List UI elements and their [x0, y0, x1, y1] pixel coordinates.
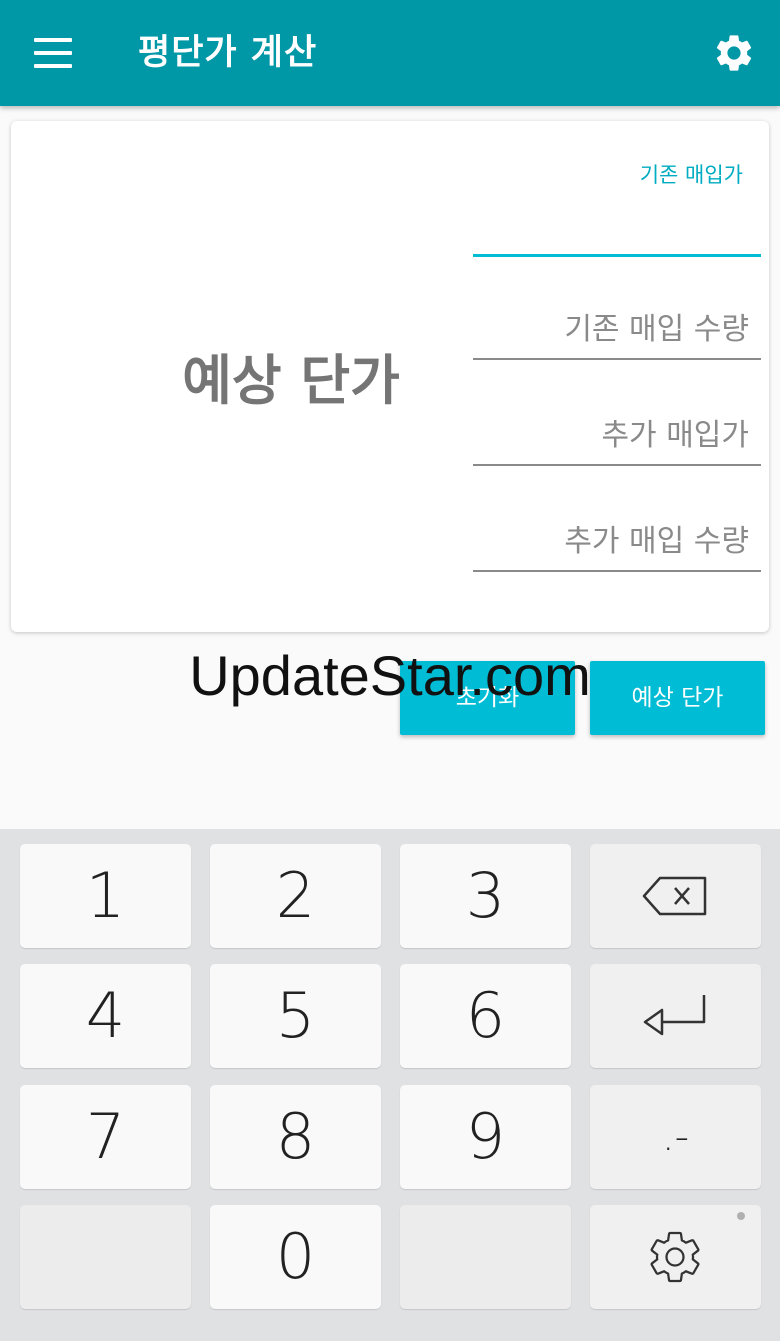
empty-key: [400, 1205, 571, 1309]
calculate-button[interactable]: 예상 단가: [590, 661, 765, 735]
existing-qty-input[interactable]: [473, 304, 761, 354]
key-8[interactable]: 8: [210, 1085, 381, 1189]
key-0[interactable]: 0: [210, 1205, 381, 1309]
gear-icon: [650, 1231, 700, 1283]
existing-price-input[interactable]: [473, 203, 761, 253]
added-price-field[interactable]: [473, 402, 761, 472]
reset-button[interactable]: 초기화: [400, 661, 575, 735]
field-underline: [473, 358, 761, 360]
gear-icon[interactable]: [712, 31, 756, 75]
input-card: 예상 단가 기존 매입가: [11, 121, 769, 632]
existing-price-field[interactable]: 기존 매입가: [473, 121, 761, 261]
key-5[interactable]: 5: [210, 964, 381, 1068]
app-bar: 평단가 계산: [0, 0, 780, 106]
hamburger-menu-icon[interactable]: [34, 38, 72, 68]
app-title: 평단가 계산: [138, 33, 318, 73]
punctuation-key[interactable]: .-: [590, 1085, 761, 1189]
backspace-key[interactable]: [590, 844, 761, 948]
key-4[interactable]: 4: [20, 964, 191, 1068]
enter-icon: [643, 995, 706, 1036]
keyboard-settings-key[interactable]: [590, 1205, 761, 1309]
key-9[interactable]: 9: [400, 1085, 571, 1189]
existing-qty-field[interactable]: [473, 296, 761, 366]
key-2[interactable]: 2: [210, 844, 381, 948]
key-6[interactable]: 6: [400, 964, 571, 1068]
empty-key: [20, 1205, 191, 1309]
key-7[interactable]: 7: [20, 1085, 191, 1189]
field-underline: [473, 570, 761, 572]
key-1[interactable]: 1: [20, 844, 191, 948]
added-price-input[interactable]: [473, 410, 761, 460]
added-qty-field[interactable]: [473, 508, 761, 578]
existing-price-label: 기존 매입가: [639, 163, 743, 187]
key-3[interactable]: 3: [400, 844, 571, 948]
backspace-icon: [642, 876, 707, 916]
added-qty-input[interactable]: [473, 516, 761, 566]
indicator-dot: [737, 1212, 745, 1220]
enter-key[interactable]: [590, 964, 761, 1068]
field-underline-active: [473, 254, 761, 257]
field-underline: [473, 464, 761, 466]
